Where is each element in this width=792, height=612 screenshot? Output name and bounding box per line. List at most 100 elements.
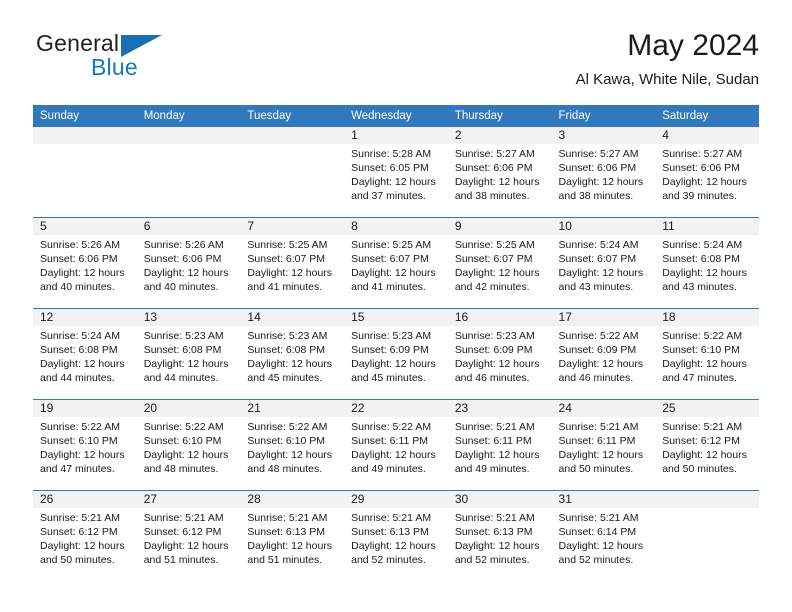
sunset-text: Sunset: 6:08 PM: [247, 344, 326, 356]
sunset-text: Sunset: 6:11 PM: [351, 435, 428, 447]
calendar-day-cell[interactable]: 16 Sunrise: 5:23 AM Sunset: 6:09 PM Dayligh…: [447, 308, 552, 400]
calendar-day-cell[interactable]: 12 Sunrise: 5:24 AM Sunset: 6:08 PM Dayligh…: [33, 308, 137, 400]
sunrise-text: Sunrise: 5:25 AM: [351, 239, 432, 251]
sunset-text: Sunset: 6:07 PM: [558, 253, 637, 265]
calendar-grid: Sunday Monday Tuesday Wednesday Thursday Frid…: [33, 105, 759, 581]
calendar-cell-empty: [136, 127, 241, 218]
cell-inner: 21 Sunrise: 5:22 AM Sunset: 6:10 PM Dayligh…: [240, 400, 345, 490]
cell-inner: 22 Sunrise: 5:22 AM Sunset: 6:11 PM Dayligh…: [344, 400, 448, 490]
daylight-text-line2: and 44 minutes.: [40, 372, 115, 384]
calendar-day-cell[interactable]: 17 Sunrise: 5:22 AM Sunset: 6:09 PM Dayligh…: [551, 308, 656, 400]
calendar-day-cell[interactable]: 3 Sunrise: 5:27 AM Sunset: 6:06 PM Daylight…: [551, 127, 656, 218]
calendar-day-cell[interactable]: 5 Sunrise: 5:26 AM Sunset: 6:06 PM Daylight…: [33, 217, 137, 309]
cell-inner: 4 Sunrise: 5:27 AM Sunset: 6:06 PM Daylight…: [655, 127, 759, 217]
day-details: Sunrise: 5:23 AM Sunset: 6:08 PM Daylight:…: [137, 326, 241, 385]
calendar-day-cell[interactable]: 20 Sunrise: 5:22 AM Sunset: 6:10 PM Dayligh…: [136, 399, 241, 491]
calendar-day-cell[interactable]: 1 Sunrise: 5:28 AM Sunset: 6:05 PM Daylight…: [344, 127, 448, 218]
day-details: Sunrise: 5:24 AM Sunset: 6:08 PM Daylight:…: [33, 326, 137, 385]
calendar-day-cell[interactable]: 19 Sunrise: 5:22 AM Sunset: 6:10 PM Dayligh…: [33, 399, 137, 491]
calendar-day-cell[interactable]: 11 Sunrise: 5:24 AM Sunset: 6:08 PM Dayligh…: [655, 217, 759, 309]
calendar-day-cell[interactable]: 22 Sunrise: 5:22 AM Sunset: 6:11 PM Dayligh…: [344, 399, 448, 491]
sunset-text: Sunset: 6:10 PM: [247, 435, 326, 447]
sunrise-text: Sunrise: 5:25 AM: [247, 239, 328, 251]
calendar-day-cell[interactable]: 2 Sunrise: 5:27 AM Sunset: 6:06 PM Daylight…: [447, 127, 552, 218]
daylight-text-line2: and 49 minutes.: [351, 463, 426, 475]
calendar-day-cell[interactable]: 7 Sunrise: 5:25 AM Sunset: 6:07 PM Daylight…: [240, 217, 345, 309]
day-details: Sunrise: 5:26 AM Sunset: 6:06 PM Daylight:…: [137, 235, 241, 294]
sunset-text: Sunset: 6:11 PM: [454, 435, 532, 447]
cell-inner: 31 Sunrise: 5:21 AM Sunset: 6:14 PM Dayligh…: [551, 491, 656, 581]
calendar-day-cell[interactable]: 8 Sunrise: 5:25 AM Sunset: 6:07 PM Daylight…: [344, 217, 448, 309]
day-details: Sunrise: 5:23 AM Sunset: 6:08 PM Daylight:…: [240, 326, 344, 385]
sunrise-text: Sunrise: 5:22 AM: [351, 421, 432, 433]
calendar-day-cell[interactable]: 30 Sunrise: 5:21 AM Sunset: 6:13 PM Dayligh…: [447, 490, 552, 581]
day-details: Sunrise: 5:21 AM Sunset: 6:12 PM Daylight:…: [655, 417, 759, 476]
cell-inner: 23 Sunrise: 5:21 AM Sunset: 6:11 PM Dayligh…: [447, 400, 552, 490]
day-number: 19: [33, 400, 137, 417]
calendar-day-cell[interactable]: 25 Sunrise: 5:21 AM Sunset: 6:12 PM Dayligh…: [655, 399, 759, 491]
calendar-day-cell[interactable]: 10 Sunrise: 5:24 AM Sunset: 6:07 PM Dayligh…: [551, 217, 656, 309]
daylight-text-line2: and 40 minutes.: [40, 281, 115, 293]
daylight-text-line2: and 50 minutes.: [662, 463, 737, 475]
calendar-day-cell[interactable]: 26 Sunrise: 5:21 AM Sunset: 6:12 PM Dayligh…: [33, 490, 137, 581]
calendar-day-cell[interactable]: 15 Sunrise: 5:23 AM Sunset: 6:09 PM Dayligh…: [344, 308, 448, 400]
cell-inner: 1 Sunrise: 5:28 AM Sunset: 6:05 PM Daylight…: [344, 127, 448, 217]
calendar-header-row: Sunday Monday Tuesday Wednesday Thursday Frid…: [33, 105, 759, 127]
sunset-text: Sunset: 6:06 PM: [662, 162, 740, 174]
daylight-text-line1: Daylight: 12 hours: [558, 176, 644, 188]
sunrise-text: Sunrise: 5:22 AM: [143, 421, 224, 433]
cell-inner: 27 Sunrise: 5:21 AM Sunset: 6:12 PM Dayligh…: [136, 491, 241, 581]
calendar-cell-empty: [655, 490, 759, 581]
sunrise-text: Sunrise: 5:23 AM: [454, 330, 535, 342]
calendar-cell-empty: [33, 127, 137, 218]
day-number: 5: [33, 218, 137, 235]
daylight-text-line1: Daylight: 12 hours: [247, 540, 333, 552]
daylight-text-line1: Daylight: 12 hours: [143, 449, 229, 461]
cell-inner: 24 Sunrise: 5:21 AM Sunset: 6:11 PM Dayligh…: [551, 400, 656, 490]
daylight-text-line1: Daylight: 12 hours: [247, 267, 333, 279]
calendar-day-cell[interactable]: 29 Sunrise: 5:21 AM Sunset: 6:13 PM Dayligh…: [344, 490, 448, 581]
calendar-day-cell[interactable]: 4 Sunrise: 5:27 AM Sunset: 6:06 PM Daylight…: [655, 127, 759, 218]
sunrise-text: Sunrise: 5:21 AM: [247, 512, 328, 524]
day-details: Sunrise: 5:27 AM Sunset: 6:06 PM Daylight:…: [552, 144, 656, 203]
calendar-body: 1 Sunrise: 5:28 AM Sunset: 6:05 PM Daylight…: [33, 127, 759, 581]
calendar-day-cell[interactable]: 24 Sunrise: 5:21 AM Sunset: 6:11 PM Dayligh…: [551, 399, 656, 491]
day-number: 27: [136, 491, 241, 508]
daylight-text-line1: Daylight: 12 hours: [351, 176, 436, 188]
day-number: 31: [551, 491, 656, 508]
sunset-text: Sunset: 6:05 PM: [351, 162, 429, 174]
cell-inner: 17 Sunrise: 5:22 AM Sunset: 6:09 PM Dayligh…: [551, 309, 656, 399]
cell-inner: 28 Sunrise: 5:21 AM Sunset: 6:13 PM Dayligh…: [240, 491, 345, 581]
calendar-day-cell[interactable]: 23 Sunrise: 5:21 AM Sunset: 6:11 PM Dayligh…: [447, 399, 552, 491]
daylight-text-line2: and 41 minutes.: [351, 281, 426, 293]
calendar-day-cell[interactable]: 31 Sunrise: 5:21 AM Sunset: 6:14 PM Dayligh…: [551, 490, 656, 581]
sunset-text: Sunset: 6:10 PM: [662, 344, 740, 356]
day-number: 7: [240, 218, 345, 235]
cell-inner: 2 Sunrise: 5:27 AM Sunset: 6:06 PM Daylight…: [447, 127, 552, 217]
brand-name-blue: Blue: [91, 54, 138, 80]
sunset-text: Sunset: 6:06 PM: [558, 162, 637, 174]
sunrise-text: Sunrise: 5:21 AM: [40, 512, 120, 524]
daylight-text-line2: and 47 minutes.: [662, 372, 737, 384]
day-details: Sunrise: 5:23 AM Sunset: 6:09 PM Daylight:…: [448, 326, 552, 385]
day-details: Sunrise: 5:28 AM Sunset: 6:05 PM Daylight:…: [344, 144, 448, 203]
daylight-text-line2: and 39 minutes.: [662, 190, 737, 202]
calendar-day-cell[interactable]: 13 Sunrise: 5:23 AM Sunset: 6:08 PM Dayligh…: [136, 308, 241, 400]
calendar-page: General Blue May 2024 Al Kawa, White Nil…: [0, 0, 792, 612]
calendar-day-cell[interactable]: 28 Sunrise: 5:21 AM Sunset: 6:13 PM Dayligh…: [240, 490, 345, 581]
calendar-day-cell[interactable]: 14 Sunrise: 5:23 AM Sunset: 6:08 PM Dayligh…: [240, 308, 345, 400]
calendar-day-cell[interactable]: 27 Sunrise: 5:21 AM Sunset: 6:12 PM Dayligh…: [136, 490, 241, 581]
daylight-text-line1: Daylight: 12 hours: [558, 540, 644, 552]
sunset-text: Sunset: 6:13 PM: [454, 526, 533, 538]
cell-inner: 8 Sunrise: 5:25 AM Sunset: 6:07 PM Daylight…: [344, 218, 448, 308]
calendar-week-row: 12 Sunrise: 5:24 AM Sunset: 6:08 PM Dayligh…: [33, 308, 759, 400]
calendar-day-cell[interactable]: 21 Sunrise: 5:22 AM Sunset: 6:10 PM Dayligh…: [240, 399, 345, 491]
day-number: 9: [447, 218, 552, 235]
calendar-day-cell[interactable]: 6 Sunrise: 5:26 AM Sunset: 6:06 PM Daylight…: [136, 217, 241, 309]
brand-logo[interactable]: General Blue: [33, 28, 273, 90]
sunrise-text: Sunrise: 5:26 AM: [143, 239, 224, 251]
calendar-day-cell[interactable]: 18 Sunrise: 5:22 AM Sunset: 6:10 PM Dayligh…: [655, 308, 759, 400]
day-details: Sunrise: 5:26 AM Sunset: 6:06 PM Daylight:…: [33, 235, 137, 294]
cell-inner: 25 Sunrise: 5:21 AM Sunset: 6:12 PM Dayligh…: [655, 400, 759, 490]
calendar-day-cell[interactable]: 9 Sunrise: 5:25 AM Sunset: 6:07 PM Daylight…: [447, 217, 552, 309]
